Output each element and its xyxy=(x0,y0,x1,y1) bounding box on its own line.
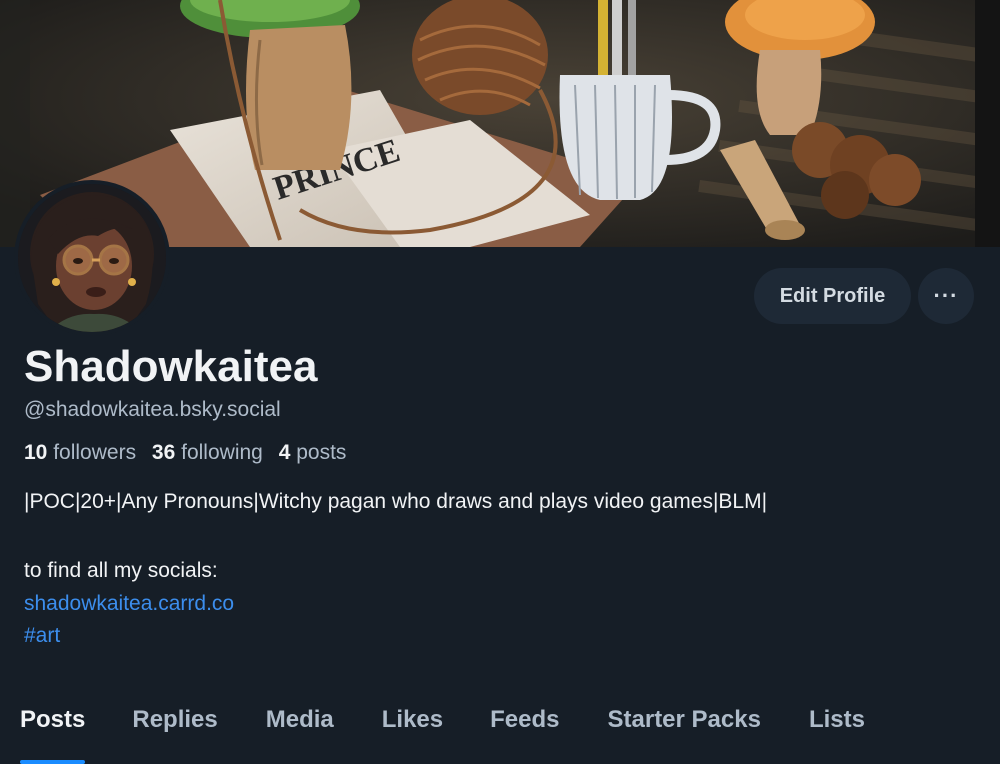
tab-label: Lists xyxy=(808,706,865,733)
tab-media[interactable]: Media xyxy=(266,690,334,764)
profile-tabs: Posts Replies Media Likes Feeds Starter … xyxy=(0,690,1000,764)
tab-posts[interactable]: Posts xyxy=(20,690,86,764)
tab-label: Likes xyxy=(381,706,444,733)
profile-bio-text: to find all my socials: xyxy=(24,559,218,582)
posts-count: 4 xyxy=(278,441,291,464)
profile-avatar[interactable] xyxy=(14,180,170,336)
tab-likes[interactable]: Likes xyxy=(382,690,443,764)
tab-label: Starter Packs xyxy=(607,706,761,733)
tab-feeds[interactable]: Feeds xyxy=(490,690,559,764)
tab-label: Posts xyxy=(20,706,86,733)
tab-replies[interactable]: Replies xyxy=(132,690,217,764)
followers-label: followers xyxy=(53,441,137,464)
ellipsis-icon: ··· xyxy=(933,283,959,308)
following-label: following xyxy=(181,441,263,464)
tab-label: Replies xyxy=(132,706,218,733)
active-tab-indicator xyxy=(20,760,86,764)
profile-bio-line: |POC|20+|Any Pronouns|Witchy pagan who d… xyxy=(24,490,768,513)
tab-label: Media xyxy=(265,706,334,733)
bio-hashtag-link[interactable]: #art xyxy=(24,624,60,648)
edit-profile-button[interactable]: Edit Profile xyxy=(754,268,911,324)
posts-label: posts xyxy=(296,441,347,464)
more-options-button[interactable]: ··· xyxy=(918,268,974,324)
tab-starter-packs[interactable]: Starter Packs xyxy=(608,690,761,764)
tab-label: Feeds xyxy=(490,706,560,733)
profile-stats: 10 followers 36 following 4 posts xyxy=(24,441,356,465)
profile-display-name: Shadowkaitea xyxy=(24,342,318,391)
posts-stat: 4 posts xyxy=(279,441,347,464)
tab-lists[interactable]: Lists xyxy=(809,690,865,764)
bio-website-link[interactable]: shadowkaitea.carrd.co xyxy=(24,592,234,616)
following-link[interactable]: 36 following xyxy=(152,441,263,464)
followers-count: 10 xyxy=(24,441,48,464)
profile-handle: @shadowkaitea.bsky.social xyxy=(24,398,281,421)
following-count: 36 xyxy=(151,441,176,464)
followers-link[interactable]: 10 followers xyxy=(24,441,136,464)
